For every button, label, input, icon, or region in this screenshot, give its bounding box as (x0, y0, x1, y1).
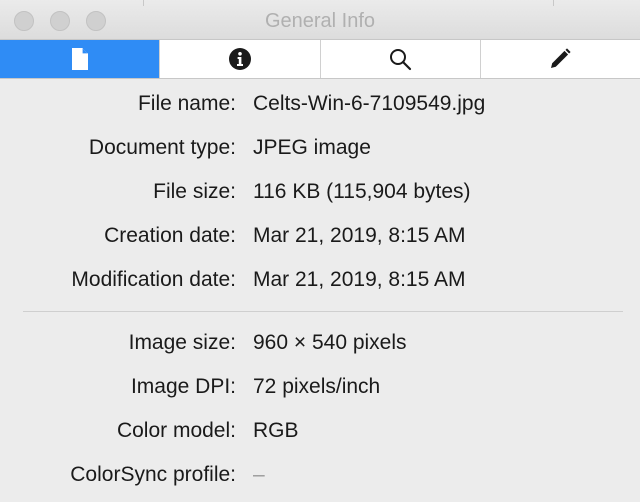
title-bar[interactable]: General Info (0, 0, 640, 40)
general-info-window: General Info File name: Celts-Win-6-7109… (0, 0, 640, 502)
toolbar-edge-mark (143, 0, 144, 6)
info-label: Image size: (128, 331, 236, 354)
info-label: File name: (137, 92, 236, 115)
info-icon (228, 48, 251, 70)
info-row-modification-date: Modification date: Mar 21, 2019, 8:15 AM (0, 258, 640, 302)
info-value[interactable]: Celts-Win-6-7109549.jpg (253, 82, 485, 126)
toolbar-edge-mark (553, 0, 554, 6)
info-label: Color model: (116, 419, 236, 442)
document-icon (71, 48, 88, 70)
info-value: Mar 21, 2019, 8:15 AM (253, 224, 466, 247)
info-value: 116 KB (115,904 bytes) (253, 180, 471, 203)
tab-annotate[interactable] (481, 40, 640, 78)
inspector-tab-bar (0, 39, 640, 79)
info-value: JPEG image (253, 136, 371, 159)
pencil-icon (551, 48, 571, 68)
magnifier-icon (390, 49, 412, 71)
info-value: – (253, 463, 265, 486)
info-label: Image DPI: (130, 375, 236, 398)
info-label: Creation date: (104, 224, 236, 247)
window-title: General Info (264, 10, 376, 32)
info-value: 960 × 540 pixels (253, 331, 407, 354)
info-value: Mar 21, 2019, 8:15 AM (253, 268, 466, 291)
info-label: ColorSync profile: (70, 463, 236, 486)
section-divider (23, 311, 623, 312)
info-value: 72 pixels/inch (253, 375, 381, 398)
tab-more-info[interactable] (160, 40, 321, 78)
info-row-file-name: File name: Celts-Win-6-7109549.jpg (0, 82, 640, 126)
tab-general-info[interactable] (0, 40, 161, 78)
info-row-document-type: Document type: JPEG image (0, 126, 640, 170)
info-row-color-model: Color model: RGB (0, 409, 640, 453)
info-row-file-size: File size: 116 KB (115,904 bytes) (0, 170, 640, 214)
info-row-image-dpi: Image DPI: 72 pixels/inch (0, 365, 640, 409)
info-row-image-size: Image size: 960 × 540 pixels (0, 321, 640, 365)
info-label: Document type: (88, 136, 236, 159)
info-panel: File name: Celts-Win-6-7109549.jpg Docum… (0, 82, 640, 497)
info-label: Modification date: (71, 268, 236, 291)
info-label: File size: (153, 180, 236, 203)
info-row-creation-date: Creation date: Mar 21, 2019, 8:15 AM (0, 214, 640, 258)
tab-search[interactable] (321, 40, 481, 78)
info-value: RGB (253, 419, 299, 442)
info-row-colorsync-profile: ColorSync profile: – (0, 453, 640, 497)
